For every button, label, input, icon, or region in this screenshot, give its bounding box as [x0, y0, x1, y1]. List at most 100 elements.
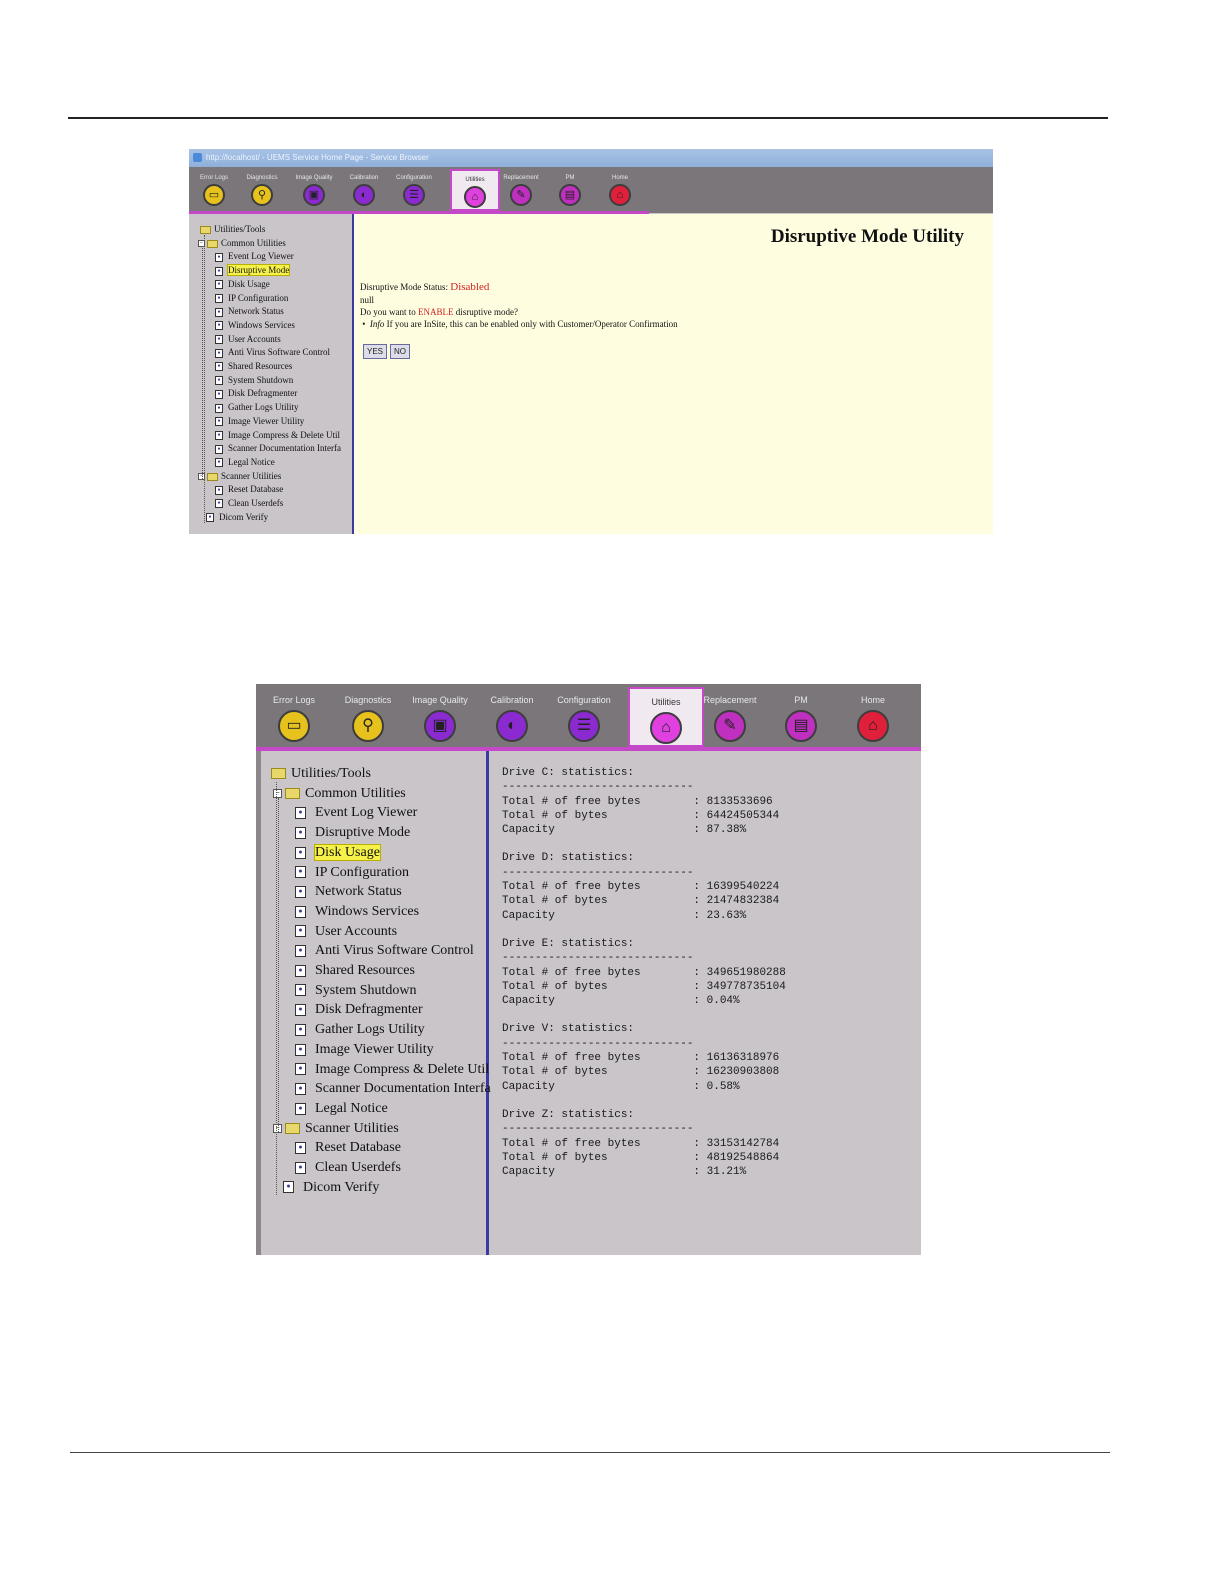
tree-item-disk-usage[interactable]: ● Disk Usage [215, 278, 270, 290]
tree-item-anti-virus-software-control[interactable]: ● Anti Virus Software Control [295, 943, 474, 959]
tree-label: Shared Resources [315, 963, 415, 978]
tree-folder-common-utilities[interactable]: − Common Utilities [198, 238, 286, 248]
tree-item-event-log-viewer[interactable]: ● Event Log Viewer [295, 805, 417, 821]
page-icon: ● [215, 280, 223, 290]
tree-item-dicom-verify[interactable]: ● Dicom Verify [283, 1180, 379, 1196]
tree-item-dicom-verify[interactable]: ● Dicom Verify [206, 512, 268, 523]
tree-label: Disk Usage [228, 278, 270, 289]
tree-label: System Shutdown [315, 982, 417, 998]
drive-header: Drive D: statistics: [502, 852, 635, 865]
utilities-tree-panel: Utilities/Tools − Common Utilities ● Event L… [256, 751, 491, 1255]
tab-diagnostics[interactable]: Diagnostics ⚲ [237, 169, 287, 211]
tab-calibration[interactable]: Calibration ◐ [474, 687, 550, 747]
nav-toolbar: Error Logs ▭ Diagnostics ⚲ Image Quality ▣ Cal… [256, 684, 921, 747]
tree-item-shared-resources[interactable]: ● Shared Resources [215, 361, 292, 372]
tab-home[interactable]: Home ⌂ [595, 169, 645, 211]
tree-folder-common-utilities[interactable]: − Common Utilities [273, 786, 406, 802]
stat-row: Capacity : 23.63% [502, 909, 747, 922]
tree-label: Windows Services [315, 903, 420, 919]
tree-item-shared-resources[interactable]: ● Shared Resources [295, 963, 415, 979]
page-icon: ● [215, 252, 223, 262]
tree-label: Disruptive Mode [226, 264, 291, 277]
tree-item-legal-notice[interactable]: ● Legal Notice [215, 457, 275, 468]
tree-item-disk-usage[interactable]: ● Disk Usage [295, 843, 381, 861]
tree-item-network-status[interactable]: ● Network Status [215, 306, 284, 317]
tree-item-image-compress-delete-util[interactable]: ● Image Compress & Delete Util [295, 1062, 489, 1078]
wrench-icon: ✎ [510, 184, 532, 206]
screenshot-disruptive-mode: http://localhost/ - UEMS Service Home Pa… [189, 149, 993, 534]
tab-replacement[interactable]: Replacement ✎ [692, 687, 768, 747]
tree-item-windows-services[interactable]: ● Windows Services [295, 904, 419, 920]
tab-pm[interactable]: PM ▤ [545, 169, 595, 211]
tree-connector [204, 234, 205, 523]
tree-item-system-shutdown[interactable]: ● System Shutdown [215, 374, 294, 386]
tree-label: Event Log Viewer [228, 251, 294, 262]
tree-item-scanner-documentation-interfa[interactable]: ● Scanner Documentation Interfa [215, 443, 341, 454]
tab-diagnostics[interactable]: Diagnostics ⚲ [330, 687, 406, 747]
window-title: http://localhost/ - UEMS Service Home Pa… [206, 153, 429, 162]
tree-item-clean-userdefs[interactable]: ● Clean Userdefs [215, 498, 283, 509]
tab-configuration[interactable]: Configuration ☰ [389, 169, 439, 211]
tree-item-event-log-viewer[interactable]: ● Event Log Viewer [215, 251, 294, 262]
page-icon: ● [215, 362, 223, 372]
tree-item-gather-logs-utility[interactable]: ● Gather Logs Utility [295, 1022, 425, 1038]
tree-item-ip-configuration[interactable]: ● IP Configuration [295, 865, 409, 881]
toolbox-icon: ⌂ [650, 712, 682, 744]
tree-label: Dicom Verify [303, 1179, 380, 1195]
tab-configuration[interactable]: Configuration ☰ [546, 687, 622, 747]
page-icon: ● [215, 335, 223, 345]
tree-item-disruptive-mode[interactable]: ● Disruptive Mode [215, 264, 291, 277]
page-icon: ● [295, 945, 306, 958]
tree-label: System Shutdown [228, 374, 294, 385]
tree-label: Scanner Utilities [305, 1120, 399, 1136]
home-icon: ⌂ [857, 710, 889, 742]
tree-item-disk-defragmenter[interactable]: ● Disk Defragmenter [215, 388, 297, 399]
tree-folder-scanner-utilities[interactable]: − Scanner Utilities [273, 1121, 399, 1137]
tab-image-quality[interactable]: Image Quality ▣ [402, 687, 478, 747]
stat-row: Total # of free bytes : 16399540224 [502, 881, 780, 894]
tree-label: Disruptive Mode [315, 825, 411, 841]
tab-utilities[interactable]: Utilities ⌂ [450, 169, 500, 211]
tab-error-logs[interactable]: Error Logs ▭ [256, 687, 332, 747]
drive-block: Drive C: statistics: --------------------… [502, 766, 786, 837]
config-icon: ☰ [568, 710, 600, 742]
tree-item-disk-defragmenter[interactable]: ● Disk Defragmenter [295, 1002, 423, 1018]
tab-home[interactable]: Home ⌂ [835, 687, 911, 747]
tree-item-user-accounts[interactable]: ● User Accounts [295, 924, 397, 940]
tab-error-logs[interactable]: Error Logs ▭ [189, 169, 239, 211]
tab-replacement[interactable]: Replacement ✎ [496, 169, 546, 211]
tree-item-reset-database[interactable]: ● Reset Database [215, 484, 283, 495]
tree-item-network-status[interactable]: ● Network Status [295, 884, 402, 900]
tree-folder-scanner-utilities[interactable]: − Scanner Utilities [198, 471, 281, 481]
tab-calibration[interactable]: Calibration ◐ [339, 169, 389, 211]
tree-item-reset-database[interactable]: ● Reset Database [295, 1140, 401, 1156]
tab-pm[interactable]: PM ▤ [763, 687, 839, 747]
tree-item-image-compress-delete-util[interactable]: ● Image Compress & Delete Util [215, 430, 340, 440]
tree-item-windows-services[interactable]: ● Windows Services [215, 320, 295, 331]
tree-item-clean-userdefs[interactable]: ● Clean Userdefs [295, 1160, 401, 1176]
tree-root[interactable]: Utilities/Tools [200, 224, 265, 234]
tree-item-image-viewer-utility[interactable]: ● Image Viewer Utility [215, 416, 304, 427]
tree-item-anti-virus-software-control[interactable]: ● Anti Virus Software Control [215, 347, 330, 358]
tree-item-scanner-documentation-interfa[interactable]: ● Scanner Documentation Interfa [295, 1081, 491, 1097]
divider: ----------------------------- [502, 952, 694, 965]
tree-item-legal-notice[interactable]: ● Legal Notice [295, 1101, 388, 1117]
wrench-icon: ✎ [714, 710, 746, 742]
no-button[interactable]: NO [390, 344, 410, 359]
tab-image-quality[interactable]: Image Quality ▣ [289, 169, 339, 211]
nav-toolbar: Error Logs ▭ Diagnostics ⚲ Image Quality ▣ Cal… [189, 167, 993, 213]
utilities-tree-panel: Utilities/Tools − Common Utilities ● Event L… [189, 214, 354, 534]
tree-root[interactable]: Utilities/Tools [271, 766, 371, 782]
yes-button[interactable]: YES [363, 344, 388, 359]
tree-item-system-shutdown[interactable]: ● System Shutdown [295, 983, 417, 999]
tree-item-gather-logs-utility[interactable]: ● Gather Logs Utility [215, 402, 299, 413]
tree-label: Image Viewer Utility [315, 1041, 434, 1057]
tree-item-disruptive-mode[interactable]: ● Disruptive Mode [295, 825, 410, 841]
tree-label: Image Compress & Delete Util [228, 429, 340, 440]
tab-label: PM [794, 695, 808, 705]
tab-label: PM [565, 175, 575, 181]
tree-item-image-viewer-utility[interactable]: ● Image Viewer Utility [295, 1042, 434, 1058]
tree-item-user-accounts[interactable]: ● User Accounts [215, 334, 281, 345]
tree-item-ip-configuration[interactable]: ● IP Configuration [215, 293, 288, 303]
tree-label: Network Status [315, 884, 402, 900]
